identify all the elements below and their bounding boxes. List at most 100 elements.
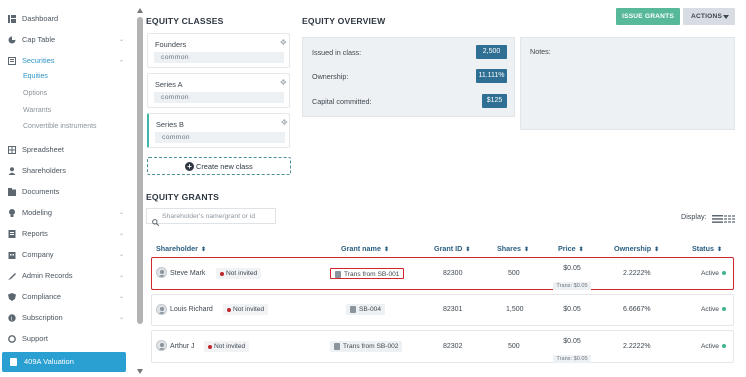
display-label: Display: (681, 212, 707, 221)
sidebar-item-securities[interactable]: Securities ⌄ (0, 53, 134, 69)
class-card-founders[interactable]: Founders ✥ common (147, 33, 290, 68)
status-text: Active (701, 343, 719, 350)
sort-icon: ⬍ (654, 247, 660, 253)
status-text: Active (701, 270, 719, 277)
chevron-down-icon: ⌄ (119, 231, 125, 237)
capital-label: Capital committed: (312, 97, 372, 106)
actions-dropdown-button[interactable]: ACTIONS (683, 8, 735, 25)
admin-records-icon (8, 272, 16, 280)
grant-name-tag[interactable]: Trans from SB-002 (330, 341, 403, 352)
class-type-tag: common (154, 52, 284, 63)
scroll-up-arrow-icon[interactable] (137, 8, 143, 13)
column-header-grant-name[interactable]: Grant name ⬍ (341, 244, 389, 253)
capital-value: $125 (482, 94, 507, 108)
equity-grants-title: EQUITY GRANTS (146, 192, 220, 202)
sidebar-item-dashboard[interactable]: Dashboard (0, 11, 134, 27)
sidebar-item-cap-table[interactable]: Cap Table ⌄ (0, 32, 134, 48)
status-badge: Active (701, 270, 726, 277)
price-value: $0.05 (563, 338, 581, 345)
status-badge: Active (701, 343, 726, 350)
price-cell: $0.05 Trans: $0.05 (549, 337, 595, 365)
create-new-class-label: Create new class (196, 162, 253, 171)
sidebar-subitem-convertible[interactable]: Convertible instruments (23, 122, 97, 132)
chevron-down-icon: ⌄ (119, 252, 125, 258)
grant-name-tag[interactable]: Trans from SB-001 (330, 268, 405, 279)
table-row[interactable]: Steve Mark Not invited Trans from SB-001… (151, 257, 734, 290)
class-name: Founders (155, 40, 187, 49)
ownership-value: 11.111% (476, 69, 507, 83)
list-view-icon[interactable] (712, 211, 723, 223)
search-field[interactable] (146, 208, 276, 227)
equity-classes-title: EQUITY CLASSES (146, 16, 224, 26)
svg-text:i: i (11, 316, 12, 322)
sidebar-item-shareholders[interactable]: Shareholders (0, 163, 134, 179)
sidebar-subitem-options[interactable]: Options (23, 89, 47, 99)
active-dot-icon (721, 344, 726, 349)
sort-icon: ⬍ (523, 247, 530, 253)
sidebar-item-compliance[interactable]: Compliance ⌄ (0, 289, 134, 305)
class-name: Series A (155, 80, 183, 89)
column-header-status[interactable]: Status ⬍ (692, 244, 722, 253)
actions-label: ACTIONS (691, 13, 723, 20)
grant-name-text: SB-004 (359, 306, 381, 313)
ownership-percent: 2.2222% (623, 270, 651, 277)
sort-icon: ⬍ (716, 247, 722, 253)
sidebar-subitem-equities[interactable]: Equities (23, 72, 48, 82)
grant-name-text: Trans from SB-001 (344, 271, 400, 278)
invite-status-text: Not invited (226, 270, 258, 277)
move-icon[interactable]: ✥ (280, 78, 287, 87)
invite-status-text: Not invited (214, 343, 246, 350)
notes-label: Notes: (530, 47, 551, 56)
not-invited-dot-icon (220, 271, 224, 276)
sidebar-item-label: Company (22, 250, 54, 259)
class-card-series-a[interactable]: Series A ✥ common (147, 73, 290, 108)
move-icon[interactable]: ✥ (281, 118, 288, 127)
sidebar-item-spreadsheet[interactable]: Spreadsheet (0, 142, 134, 158)
chevron-down-icon: ⌄ (119, 315, 125, 321)
column-header-shares[interactable]: Shares ⬍ (497, 244, 529, 253)
sidebar-item-label: Compliance (22, 292, 62, 301)
create-new-class-button[interactable]: + Create new class (147, 157, 291, 175)
class-card-series-b[interactable]: Series B ✥ common (147, 113, 290, 148)
move-icon[interactable]: ✥ (280, 38, 287, 47)
sidebar-item-reports[interactable]: Reports ⌄ (0, 226, 134, 242)
grant-id: 82301 (443, 306, 463, 313)
grant-name-tag[interactable]: SB-004 (346, 304, 385, 315)
sidebar-item-company[interactable]: Company ⌄ (0, 247, 134, 263)
column-header-grant-id[interactable]: Grant ID ⬍ (434, 244, 470, 253)
table-row[interactable]: Arthur J Not invited Trans from SB-002 8… (151, 330, 734, 363)
scroll-down-arrow-icon[interactable] (137, 369, 143, 374)
column-header-shareholder[interactable]: Shareholder ⬍ (156, 244, 206, 253)
invite-status-badge: Not invited (223, 304, 269, 315)
grid-view-icon[interactable] (724, 211, 735, 223)
valuation-409a-label: 409A Valuation (24, 357, 74, 366)
sidebar-item-documents[interactable]: Documents (0, 184, 134, 200)
sidebar-item-admin-records[interactable]: Admin Records ⌄ (0, 268, 134, 284)
sidebar-item-label: Admin Records (22, 271, 73, 280)
sort-icon: ⬍ (465, 247, 471, 253)
column-header-ownership[interactable]: Ownership ⬍ (614, 244, 659, 253)
scrollbar-thumb[interactable] (137, 17, 143, 324)
securities-icon (8, 57, 16, 65)
shareholder-name[interactable]: Arthur J (170, 342, 195, 352)
reports-icon (8, 230, 16, 238)
shareholder-name[interactable]: Steve Mark (170, 269, 205, 279)
issue-grants-button[interactable]: ISSUE GRANTS (616, 8, 680, 25)
search-input[interactable] (162, 211, 274, 222)
sidebar-subitem-warrants[interactable]: Warrants (23, 106, 51, 116)
ownership-label: Ownership: (312, 72, 349, 81)
sidebar-item-subscription[interactable]: i Subscription ⌄ (0, 310, 134, 326)
dashboard-icon (8, 15, 16, 23)
sidebar-item-label: Support (22, 334, 48, 343)
ownership-percent: 6.6667% (623, 306, 651, 313)
sidebar-item-modeling[interactable]: Modeling ⌄ (0, 205, 134, 221)
modeling-icon (8, 209, 16, 217)
shareholder-name[interactable]: Louis Richard (170, 305, 213, 315)
table-row[interactable]: Louis Richard Not invited SB-004 82301 1… (151, 294, 734, 326)
notes-panel[interactable]: Notes: (520, 37, 735, 130)
sidebar-item-label: Shareholders (22, 166, 66, 175)
sidebar-item-support[interactable]: Support (0, 331, 134, 347)
sort-icon: ⬍ (200, 247, 206, 253)
column-header-price[interactable]: Price ⬍ (558, 244, 584, 253)
valuation-409a-button[interactable]: 409A Valuation (2, 352, 126, 372)
